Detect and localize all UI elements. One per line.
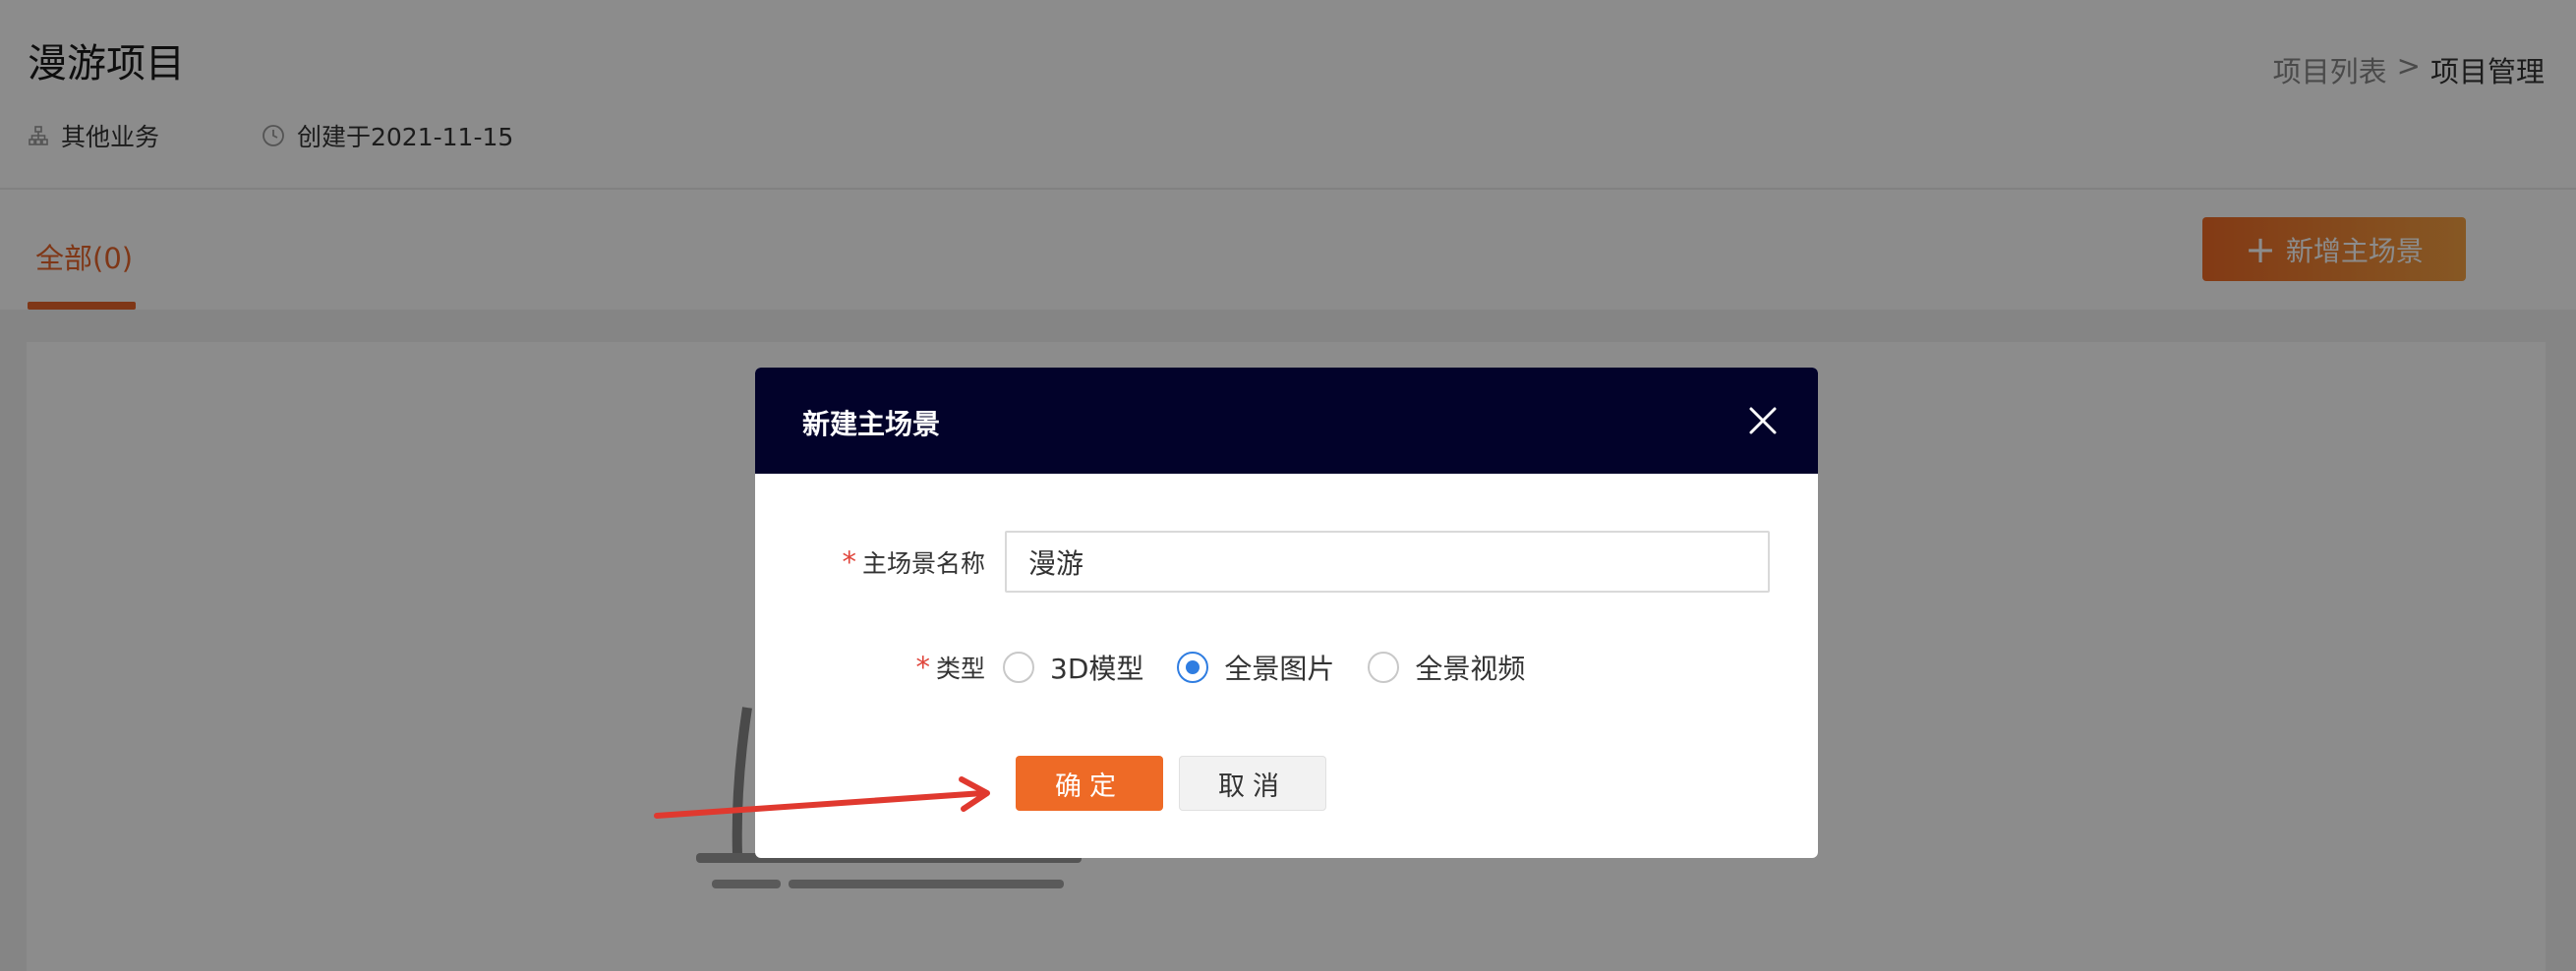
required-mark: * — [842, 544, 856, 579]
annotation-arrow-icon — [654, 776, 990, 819]
radio-3d-model-label: 3D模型 — [1050, 653, 1144, 685]
dialog-header: 新建主场景 — [755, 368, 1818, 474]
scene-name-label-wrap: * 主场景名称 — [755, 544, 985, 580]
dialog-title: 新建主场景 — [802, 408, 941, 440]
radio-panorama-image[interactable] — [1177, 652, 1209, 683]
radio-option-panorama-video[interactable]: 全景视频 — [1368, 648, 1525, 687]
scene-type-row: * 类型 3D模型 全景图片 全景视频 — [755, 648, 1558, 687]
scene-name-input[interactable] — [1005, 531, 1770, 593]
cancel-button[interactable]: 取消 — [1179, 756, 1326, 811]
confirm-button[interactable]: 确定 — [1016, 756, 1163, 811]
radio-panorama-image-label: 全景图片 — [1224, 653, 1335, 685]
radio-3d-model[interactable] — [1003, 652, 1034, 683]
radio-option-panorama-image[interactable]: 全景图片 — [1177, 648, 1334, 687]
scene-type-label: 类型 — [935, 655, 985, 683]
close-icon[interactable] — [1745, 403, 1781, 438]
radio-panorama-video-label: 全景视频 — [1415, 653, 1526, 685]
scene-type-radio-group: 3D模型 全景图片 全景视频 — [1003, 648, 1558, 687]
radio-panorama-video[interactable] — [1368, 652, 1400, 683]
scene-name-row: * 主场景名称 — [755, 531, 1770, 593]
radio-option-3d-model[interactable]: 3D模型 — [1003, 648, 1143, 687]
scene-type-label-wrap: * 类型 — [755, 650, 985, 685]
scene-name-label: 主场景名称 — [861, 548, 985, 578]
required-mark: * — [915, 651, 930, 684]
